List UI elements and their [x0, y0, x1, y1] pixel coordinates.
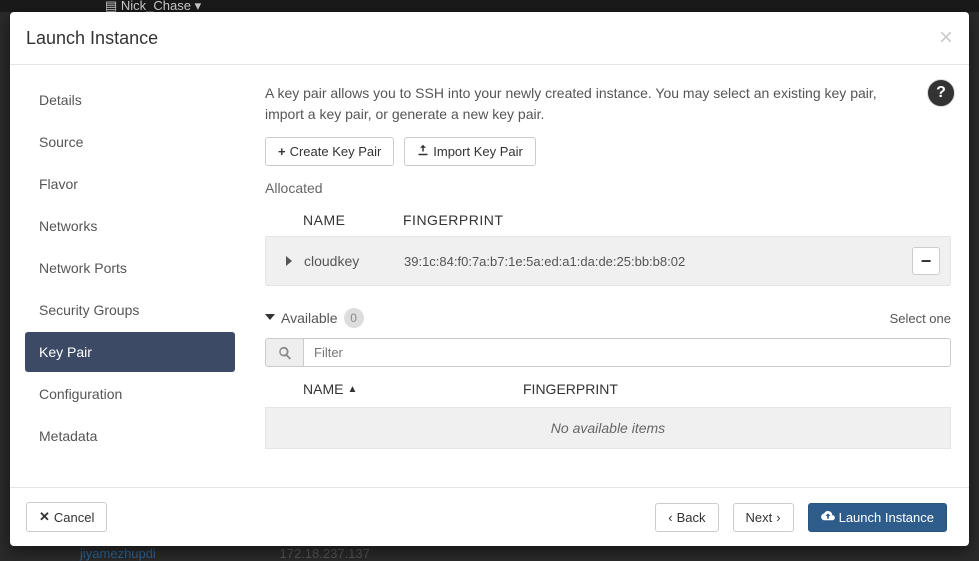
col-name-sortable[interactable]: NAME ▲ — [303, 381, 523, 397]
back-button[interactable]: ‹ Back — [655, 503, 718, 532]
sort-asc-icon: ▲ — [347, 384, 357, 395]
cloud-upload-icon — [821, 510, 835, 525]
content-pane: ? A key pair allows you to SSH into your… — [235, 65, 969, 487]
chevron-left-icon: ‹ — [668, 510, 672, 525]
row-fingerprint: 39:1c:84:f0:7a:b7:1e:5a:ed:a1:da:de:25:b… — [404, 254, 912, 269]
launch-instance-modal: Launch Instance × Details Source Flavor … — [10, 12, 969, 546]
col-fingerprint: FINGERPRINT — [523, 381, 618, 397]
modal-footer: ✕ Cancel ‹ Back Next › Launch Instance — [10, 487, 969, 546]
sidebar-item-configuration[interactable]: Configuration — [25, 374, 235, 414]
plus-icon: + — [278, 144, 286, 159]
next-button[interactable]: Next › — [733, 503, 794, 532]
deallocate-button[interactable]: − — [912, 247, 940, 275]
description-text: A key pair allows you to SSH into your n… — [265, 83, 951, 125]
available-toggle[interactable]: Available 0 — [265, 308, 364, 328]
bg-row: jiyamezhupdi 172.18.237.137 — [80, 546, 370, 561]
cancel-button[interactable]: ✕ Cancel — [26, 502, 107, 532]
sidebar-item-details[interactable]: Details — [25, 80, 235, 120]
chevron-right-icon: › — [776, 510, 780, 525]
upload-icon — [417, 144, 429, 159]
available-table-header: NAME ▲ FINGERPRINT — [265, 367, 951, 407]
chevron-down-icon — [265, 311, 275, 325]
sidebar-item-key-pair[interactable]: Key Pair — [25, 332, 235, 372]
allocated-row: cloudkey 39:1c:84:f0:7a:b7:1e:5a:ed:a1:d… — [265, 236, 951, 286]
wizard-sidebar: Details Source Flavor Networks Network P… — [10, 65, 235, 487]
available-label: Available — [281, 310, 338, 326]
search-icon — [265, 338, 303, 367]
sidebar-item-networks[interactable]: Networks — [25, 206, 235, 246]
x-icon: ✕ — [39, 509, 50, 525]
col-name: NAME — [303, 212, 403, 228]
expand-row-button[interactable] — [274, 253, 304, 269]
select-one-label: Select one — [890, 311, 951, 326]
filter-input[interactable] — [303, 338, 951, 367]
modal-title: Launch Instance — [26, 28, 158, 49]
sidebar-item-source[interactable]: Source — [25, 122, 235, 162]
create-key-pair-button[interactable]: + Create Key Pair — [265, 137, 394, 166]
filter-group — [265, 338, 951, 367]
modal-header: Launch Instance × — [10, 12, 969, 65]
empty-state: No available items — [265, 407, 951, 449]
available-count-badge: 0 — [344, 308, 364, 328]
sidebar-item-network-ports[interactable]: Network Ports — [25, 248, 235, 288]
sidebar-item-security-groups[interactable]: Security Groups — [25, 290, 235, 330]
import-key-pair-button[interactable]: Import Key Pair — [404, 137, 536, 166]
sidebar-item-metadata[interactable]: Metadata — [25, 416, 235, 456]
bg-link[interactable]: jiyamezhupdi — [80, 546, 156, 561]
help-icon[interactable]: ? — [927, 79, 955, 107]
sidebar-item-flavor[interactable]: Flavor — [25, 164, 235, 204]
close-button[interactable]: × — [939, 26, 953, 50]
allocated-label: Allocated — [265, 180, 951, 196]
launch-instance-button[interactable]: Launch Instance — [808, 503, 947, 532]
allocated-table-header: NAME FINGERPRINT — [265, 202, 951, 236]
col-fingerprint: FINGERPRINT — [403, 212, 951, 228]
row-name: cloudkey — [304, 253, 404, 269]
